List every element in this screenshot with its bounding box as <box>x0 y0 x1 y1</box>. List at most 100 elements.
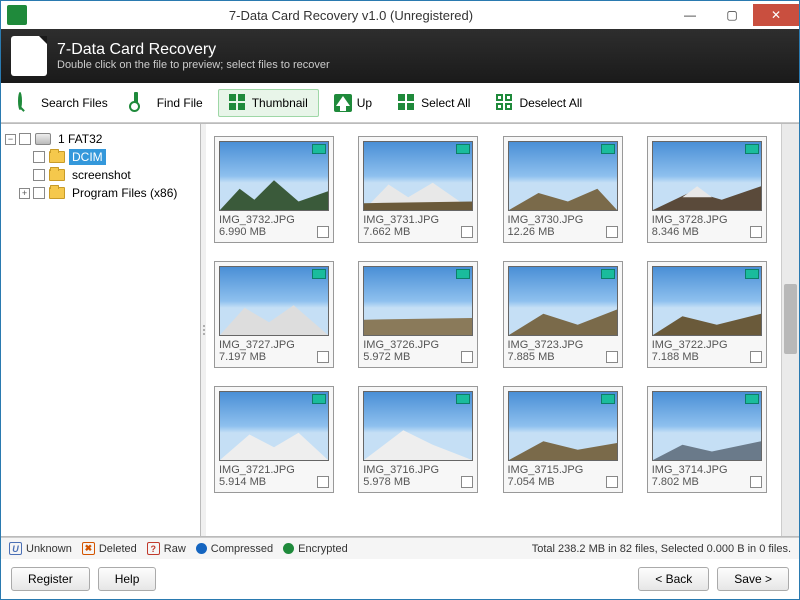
thumbnail-image[interactable] <box>363 141 473 211</box>
thumbnail-image[interactable] <box>508 141 618 211</box>
vertical-scrollbar[interactable] <box>781 124 799 536</box>
thumbnail-item[interactable]: IMG_3715.JPG7.054 MB <box>503 386 623 493</box>
thumbnail-checkbox[interactable] <box>461 476 473 488</box>
tree-folder-row[interactable]: + Program Files (x86) <box>5 184 196 202</box>
thumbnail-item[interactable]: IMG_3726.JPG5.972 MB <box>358 261 478 368</box>
thumbnail-item[interactable]: IMG_3728.JPG8.346 MB <box>647 136 767 243</box>
thumbnail-size: 7.188 MB <box>652 351 699 363</box>
thumbnail-checkbox[interactable] <box>317 476 329 488</box>
collapse-icon[interactable]: − <box>5 134 16 145</box>
minimize-button[interactable]: — <box>669 4 711 26</box>
folder-tree[interactable]: − 1 FAT32 DCIM screenshot + Program Files (… <box>1 124 201 536</box>
thumbnail-item[interactable]: IMG_3722.JPG7.188 MB <box>647 261 767 368</box>
folder-icon <box>49 187 65 199</box>
maximize-button[interactable]: ▢ <box>711 4 753 26</box>
app-subtitle: Double click on the file to preview; sel… <box>57 59 330 71</box>
window-title: 7-Data Card Recovery v1.0 (Unregistered) <box>33 8 669 23</box>
thumbnail-item[interactable]: IMG_3731.JPG7.662 MB <box>358 136 478 243</box>
thumbnail-item[interactable]: IMG_3721.JPG5.914 MB <box>214 386 334 493</box>
thumbnail-filename: IMG_3726.JPG <box>363 339 473 351</box>
drive-checkbox[interactable] <box>19 133 31 145</box>
thumbnail-checkbox[interactable] <box>317 351 329 363</box>
drive-label[interactable]: 1 FAT32 <box>55 131 105 147</box>
folder-checkbox[interactable] <box>33 169 45 181</box>
statusbar: UUnknown ✖Deleted ?Raw Compressed Encryp… <box>1 537 799 559</box>
thumbnail-image[interactable] <box>652 266 762 336</box>
content: − 1 FAT32 DCIM screenshot + Program Files (… <box>1 123 799 537</box>
search-files-button[interactable]: Search Files <box>7 89 119 117</box>
thumbnail-image[interactable] <box>219 266 329 336</box>
thumbnail-checkbox[interactable] <box>606 351 618 363</box>
up-button[interactable]: Up <box>323 89 383 117</box>
back-button[interactable]: < Back <box>638 567 709 591</box>
thumbnail-button[interactable]: Thumbnail <box>218 89 319 117</box>
thumbnail-item[interactable]: IMG_3727.JPG7.197 MB <box>214 261 334 368</box>
thumbnail-filename: IMG_3730.JPG <box>508 214 618 226</box>
titlebar: 7-Data Card Recovery v1.0 (Unregistered)… <box>1 1 799 29</box>
thumbnail-image[interactable] <box>219 141 329 211</box>
thumbnail-checkbox[interactable] <box>606 226 618 238</box>
folder-checkbox[interactable] <box>33 187 45 199</box>
thumbnail-item[interactable]: IMG_3714.JPG7.802 MB <box>647 386 767 493</box>
image-badge-icon <box>456 269 470 279</box>
thumbnail-item[interactable]: IMG_3730.JPG12.26 MB <box>503 136 623 243</box>
thumbnail-image[interactable] <box>363 266 473 336</box>
thumbnail-checkbox[interactable] <box>461 351 473 363</box>
thumbnail-size: 5.978 MB <box>363 476 410 488</box>
thumbnail-filename: IMG_3714.JPG <box>652 464 762 476</box>
thumbnail-size: 12.26 MB <box>508 226 555 238</box>
thumbnail-image[interactable] <box>508 266 618 336</box>
tree-drive-row[interactable]: − 1 FAT32 <box>5 130 196 148</box>
header: 7-Data Card Recovery Double click on the… <box>1 29 799 83</box>
register-button[interactable]: Register <box>11 567 90 591</box>
tree-folder-row[interactable]: DCIM <box>5 148 196 166</box>
thumbnail-size: 5.914 MB <box>219 476 266 488</box>
thumbnail-image[interactable] <box>652 141 762 211</box>
image-badge-icon <box>745 269 759 279</box>
thumbnail-image[interactable] <box>508 391 618 461</box>
thumbnail-checkbox[interactable] <box>461 226 473 238</box>
tree-folder-row[interactable]: screenshot <box>5 166 196 184</box>
drive-icon <box>35 133 51 145</box>
folder-icon <box>49 151 65 163</box>
thumbnail-size: 7.885 MB <box>508 351 555 363</box>
thumbnail-size: 7.802 MB <box>652 476 699 488</box>
thumbnail-checkbox[interactable] <box>750 351 762 363</box>
select-all-button[interactable]: Select All <box>387 89 481 117</box>
thumbnail-filename: IMG_3728.JPG <box>652 214 762 226</box>
folder-icon <box>49 169 65 181</box>
toolbar: Search Files Find File Thumbnail Up Sele… <box>1 83 799 123</box>
folder-label[interactable]: screenshot <box>69 167 134 183</box>
thumbnail-filename: IMG_3731.JPG <box>363 214 473 226</box>
thumbnail-item[interactable]: IMG_3716.JPG5.978 MB <box>358 386 478 493</box>
find-file-icon <box>134 92 138 110</box>
help-button[interactable]: Help <box>98 567 157 591</box>
thumbnail-checkbox[interactable] <box>750 476 762 488</box>
thumbnail-image[interactable] <box>652 391 762 461</box>
image-badge-icon <box>601 394 615 404</box>
close-button[interactable]: ✕ <box>753 4 799 26</box>
find-file-button[interactable]: Find File <box>123 89 214 117</box>
folder-checkbox[interactable] <box>33 151 45 163</box>
folder-label[interactable]: Program Files (x86) <box>69 185 180 201</box>
footer: Register Help < Back Save > <box>1 559 799 599</box>
deselect-all-button[interactable]: Deselect All <box>485 89 593 117</box>
scrollbar-thumb[interactable] <box>784 284 797 354</box>
save-button[interactable]: Save > <box>717 567 789 591</box>
thumbnail-filename: IMG_3723.JPG <box>508 339 618 351</box>
thumbnail-item[interactable]: IMG_3732.JPG6.990 MB <box>214 136 334 243</box>
folder-label[interactable]: DCIM <box>69 149 106 165</box>
thumbnail-filename: IMG_3732.JPG <box>219 214 329 226</box>
app-name: 7-Data Card Recovery <box>57 41 330 59</box>
expand-icon[interactable]: + <box>19 188 30 199</box>
thumbnail-image[interactable] <box>219 391 329 461</box>
image-badge-icon <box>312 269 326 279</box>
thumbnail-checkbox[interactable] <box>317 226 329 238</box>
thumbnail-filename: IMG_3721.JPG <box>219 464 329 476</box>
up-icon <box>334 94 352 112</box>
thumbnail-image[interactable] <box>363 391 473 461</box>
image-badge-icon <box>745 394 759 404</box>
thumbnail-item[interactable]: IMG_3723.JPG7.885 MB <box>503 261 623 368</box>
thumbnail-checkbox[interactable] <box>750 226 762 238</box>
thumbnail-checkbox[interactable] <box>606 476 618 488</box>
